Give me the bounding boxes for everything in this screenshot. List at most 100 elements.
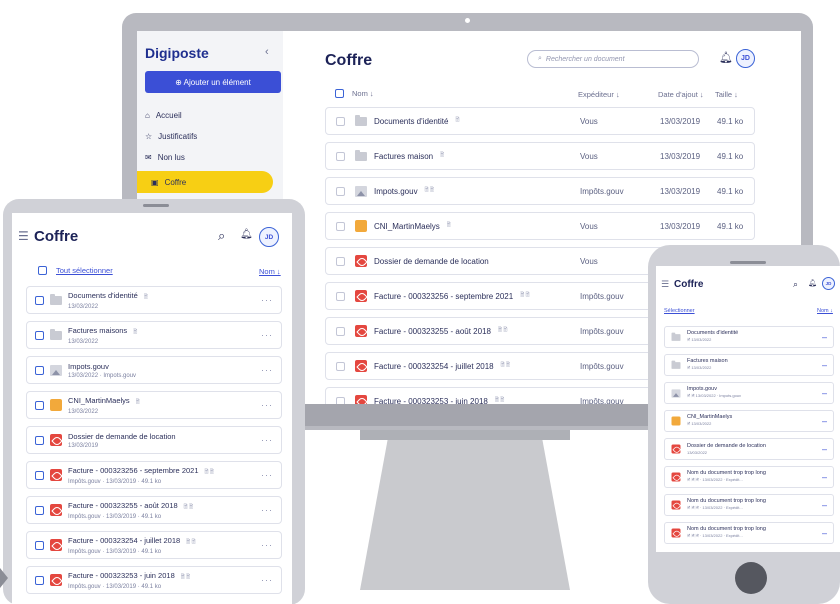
list-item[interactable]: Documents d'identité 🖹 13/03/2022 ··· bbox=[26, 286, 282, 314]
more-options-icon[interactable]: ··· bbox=[261, 540, 273, 550]
more-options-icon[interactable]: ··· bbox=[261, 470, 273, 480]
select-all-checkbox[interactable] bbox=[38, 266, 47, 275]
pdf-icon bbox=[355, 360, 367, 372]
row-checkbox[interactable] bbox=[35, 295, 44, 305]
row-checkbox[interactable] bbox=[336, 186, 345, 196]
table-row[interactable]: Impots.gouv 🗎 🖹 Impôts.gouv 13/03/2019 49.1 … bbox=[325, 177, 755, 205]
more-options-icon[interactable]: – bbox=[822, 472, 828, 482]
row-checkbox[interactable] bbox=[35, 435, 44, 445]
more-options-icon[interactable]: – bbox=[822, 360, 828, 370]
list-item[interactable]: Documents d'identité 🖹 13/03/2022– bbox=[664, 326, 834, 348]
list-item[interactable]: Impots.gouv 13/03/2022 · Impots.gouv ··· bbox=[26, 356, 282, 384]
row-checkbox[interactable] bbox=[35, 505, 44, 515]
list-item[interactable]: Facture - 000323253 - juin 2018 🗎 🖹 Impôts… bbox=[26, 566, 282, 594]
avatar[interactable]: JD bbox=[259, 227, 279, 247]
phone-home-button[interactable] bbox=[735, 562, 767, 594]
app-logo: Digiposte bbox=[145, 45, 209, 61]
list-item[interactable]: Factures maisons 🖹 13/03/2022 ··· bbox=[26, 321, 282, 349]
row-checkbox[interactable] bbox=[35, 330, 44, 340]
more-options-icon[interactable]: – bbox=[822, 416, 828, 426]
more-options-icon[interactable]: – bbox=[822, 528, 828, 538]
table-row[interactable]: CNI_MartinMaelys 🖹 Vous 13/03/2019 49.1 ko bbox=[325, 212, 755, 240]
menu-icon[interactable]: ☰ bbox=[18, 229, 29, 243]
row-checkbox[interactable] bbox=[336, 256, 345, 266]
list-item[interactable]: Factures maison 🖹 13/03/2022– bbox=[664, 354, 834, 376]
list-item[interactable]: Nom du document trop trop long 🖹 🗎 🗎 · 13… bbox=[664, 466, 834, 488]
more-options-icon[interactable]: ··· bbox=[261, 400, 273, 410]
more-options-icon[interactable]: – bbox=[822, 332, 828, 342]
status-badges: 🖹 bbox=[446, 222, 451, 228]
more-options-icon[interactable]: – bbox=[822, 444, 828, 454]
bell-icon[interactable]: 🔔︎ bbox=[808, 279, 817, 287]
list-item[interactable]: Nom du document trop trop long 🖹 🗎 🗎 · 13… bbox=[664, 494, 834, 516]
search-icon[interactable]: ⌕ bbox=[793, 279, 798, 290]
avatar[interactable]: JD bbox=[736, 49, 755, 68]
more-options-icon[interactable]: ··· bbox=[261, 575, 273, 585]
pdf-icon bbox=[50, 504, 62, 516]
pdf-icon bbox=[355, 395, 367, 404]
bell-icon[interactable]: 🔔︎ bbox=[240, 229, 253, 240]
table-row[interactable]: Factures maison 🖹 Vous 13/03/2019 49.1 ko bbox=[325, 142, 755, 170]
list-item[interactable]: Impots.gouv 🖹 🗎 13/03/2022 · Impots.gouv – bbox=[664, 382, 834, 404]
document-meta: 🖹 13/03/2022 bbox=[687, 421, 712, 426]
row-checkbox[interactable] bbox=[336, 116, 345, 126]
row-checkbox[interactable] bbox=[35, 470, 44, 480]
document-meta: Impôts.gouv · 13/03/2019 · 49.1 ko bbox=[68, 478, 162, 485]
more-options-icon[interactable]: ··· bbox=[261, 365, 273, 375]
row-checkbox[interactable] bbox=[336, 221, 345, 231]
sidebar-item-non-lus[interactable]: ✉ Non lus bbox=[145, 153, 185, 162]
list-item[interactable]: CNI_MartinMaelys 🖹 13/03/2022 ··· bbox=[26, 391, 282, 419]
sidebar-item-label: Accueil bbox=[155, 111, 182, 120]
sort-button[interactable]: Nom ↓ bbox=[259, 267, 281, 276]
sidebar-item-label: Non lus bbox=[157, 153, 185, 162]
more-options-icon[interactable]: ··· bbox=[261, 330, 273, 340]
more-options-icon[interactable]: ··· bbox=[261, 295, 273, 305]
date-cell: 13/03/2019 bbox=[660, 221, 701, 231]
list-item[interactable]: Facture - 000323254 - juillet 2018 🗎 🖹 Imp… bbox=[26, 531, 282, 559]
sidebar-item-justificatifs[interactable]: ☆ Justificatifs bbox=[145, 132, 197, 141]
row-checkbox[interactable] bbox=[336, 396, 345, 404]
list-item-text: Factures maison 🖹 13/03/2022 bbox=[687, 358, 817, 372]
list-item[interactable]: Dossier de demande de location 13/03/2022… bbox=[664, 438, 834, 460]
search-icon[interactable]: ⌕ bbox=[218, 228, 225, 244]
select-all-checkbox[interactable] bbox=[335, 89, 344, 98]
row-checkbox[interactable] bbox=[336, 361, 345, 371]
list-item-text: Dossier de demande de location 13/03/2022 bbox=[687, 443, 817, 455]
more-options-icon[interactable]: – bbox=[822, 388, 828, 398]
collapse-sidebar-icon[interactable]: ‹ bbox=[265, 46, 269, 58]
list-item[interactable]: CNI_MartinMaelys 🖹 13/03/2022– bbox=[664, 410, 834, 432]
list-item-text: Factures maisons 🖹 13/03/2022 bbox=[68, 326, 255, 345]
list-item[interactable]: Nom du document trop trop long 🖹 🗎 🗎 · 13… bbox=[664, 522, 834, 544]
menu-icon[interactable]: ☰ bbox=[661, 279, 669, 290]
row-checkbox[interactable] bbox=[35, 365, 44, 375]
more-options-icon[interactable]: ··· bbox=[261, 435, 273, 445]
column-name-header[interactable]: Nom ↓ bbox=[335, 89, 374, 98]
more-options-icon[interactable]: ··· bbox=[261, 505, 273, 515]
column-size-header[interactable]: Taille ↓ bbox=[715, 90, 738, 99]
search-input[interactable]: ⌕ Rechercher un document bbox=[527, 50, 699, 68]
row-checkbox[interactable] bbox=[35, 540, 44, 550]
bell-icon[interactable]: 🔔︎ bbox=[719, 51, 733, 64]
row-checkbox[interactable] bbox=[35, 400, 44, 410]
document-meta: Impôts.gouv · 13/03/2019 · 49.1 ko bbox=[68, 583, 162, 590]
row-checkbox[interactable] bbox=[336, 326, 345, 336]
list-item[interactable]: Dossier de demande de location 13/03/2019… bbox=[26, 426, 282, 454]
row-checkbox[interactable] bbox=[336, 291, 345, 301]
list-item[interactable]: Facture - 000323256 - septembre 2021 🗎 🖹 I… bbox=[26, 461, 282, 489]
row-checkbox[interactable] bbox=[35, 575, 44, 585]
table-row[interactable]: Documents d'identité 🖹 Vous 13/03/2019 49.1 … bbox=[325, 107, 755, 135]
column-date-header[interactable]: Date d'ajout ↓ bbox=[658, 90, 704, 99]
select-button[interactable]: Sélectionner bbox=[664, 308, 695, 314]
row-checkbox[interactable] bbox=[336, 151, 345, 161]
add-element-button[interactable]: ⊕ Ajouter un élément bbox=[145, 71, 281, 93]
document-name: Documents d'identité bbox=[374, 116, 449, 126]
sidebar-item-coffre[interactable]: ▣ Coffre bbox=[137, 171, 273, 193]
column-sender-header[interactable]: Expéditeur ↓ bbox=[578, 90, 620, 99]
document-name: Factures maison bbox=[374, 151, 434, 161]
select-all[interactable]: Tout sélectionner bbox=[38, 266, 113, 275]
sidebar-item-accueil[interactable]: ⌂ Accueil bbox=[145, 111, 182, 120]
list-item[interactable]: Facture - 000323255 - août 2018 🗎 🖹 Impôts… bbox=[26, 496, 282, 524]
avatar[interactable]: JD bbox=[822, 277, 835, 290]
sort-button[interactable]: Nom ↓ bbox=[817, 308, 833, 314]
more-options-icon[interactable]: – bbox=[822, 500, 828, 510]
